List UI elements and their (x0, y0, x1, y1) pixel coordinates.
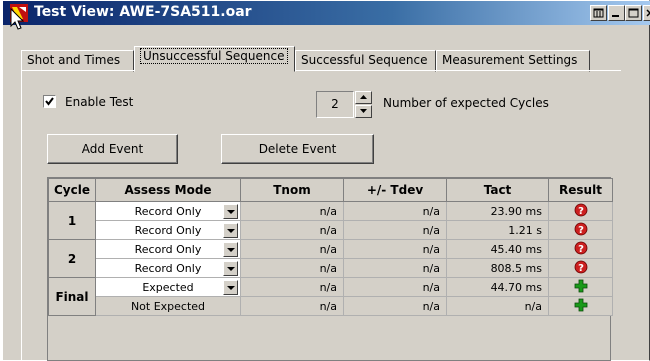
dropdown-button[interactable] (223, 280, 238, 295)
dropdown-button[interactable] (223, 223, 238, 238)
events-table: Cycle Assess Mode Tnom +/- Tdev Tact Res… (48, 178, 613, 316)
chevron-down-icon (227, 267, 235, 271)
chevron-down-icon (227, 229, 235, 233)
assess-mode-select[interactable]: Record Only (95, 239, 241, 259)
title-bar[interactable]: Test View: AWE-7SA511.oar (3, 1, 650, 25)
assess-mode-cell: Not Expected (95, 296, 241, 316)
tact-cell: 44.70 ms (446, 277, 549, 297)
tdev-cell: n/a (343, 296, 447, 316)
result-cell (548, 277, 613, 297)
tdev-cell: n/a (343, 239, 447, 259)
cycles-spinner-value[interactable]: 2 (316, 91, 354, 118)
table-header-row: Cycle Assess Mode Tnom +/- Tdev Tact Res… (48, 178, 613, 202)
table-row: 2 Record Only n/a n/a 45.40 ms ? (48, 239, 613, 278)
tnom-cell: n/a (240, 277, 344, 297)
cycle-cell: 2 (48, 239, 96, 278)
window-title: Test View: AWE-7SA511.oar (34, 4, 252, 20)
close-button[interactable] (643, 5, 650, 21)
question-icon: ? (574, 203, 587, 217)
tab-unsuccessful-sequence[interactable]: Unsuccessful Sequence (134, 46, 295, 72)
question-icon: ? (574, 241, 587, 255)
enable-test-checkbox[interactable] (43, 95, 56, 108)
arrow-down-icon (360, 109, 367, 113)
assess-mode-select[interactable]: Record Only (95, 201, 241, 221)
table-row: Final Expected n/a n/a 44.70 ms (48, 277, 613, 316)
cycles-label: Number of expected Cycles (383, 96, 549, 110)
maximize-button[interactable] (625, 5, 642, 21)
dropdown-button[interactable] (223, 242, 238, 257)
maximize-icon (628, 8, 639, 18)
tnom-cell: n/a (240, 258, 344, 278)
result-cell: ? (548, 239, 613, 259)
dropdown-button[interactable] (223, 204, 238, 219)
tab-successful-sequence[interactable]: Successful Sequence (295, 50, 436, 72)
tab-measurement-settings[interactable]: Measurement Settings (436, 50, 590, 72)
close-icon (646, 9, 650, 17)
table-row: Record Only n/a n/a 808.5 ms ? (49, 258, 613, 278)
plus-icon (574, 279, 587, 292)
tact-cell: 45.40 ms (446, 239, 549, 259)
tact-cell: 1.21 s (446, 220, 549, 240)
table-row: Not Expected n/a n/a n/a (49, 296, 613, 316)
delete-event-button[interactable]: Delete Event (221, 134, 374, 164)
spinner-up-button[interactable] (355, 91, 372, 104)
minimize-button[interactable] (608, 5, 625, 21)
header-tnom: Tnom (240, 178, 344, 202)
result-cell: ? (548, 201, 613, 221)
chevron-down-icon (227, 210, 235, 214)
table-row: Record Only n/a n/a 1.21 s ? (49, 220, 613, 240)
events-grid: Cycle Assess Mode Tnom +/- Tdev Tact Res… (47, 177, 613, 361)
plus-icon (574, 298, 587, 311)
spinner-down-button[interactable] (355, 105, 372, 118)
cycle-cell: Final (48, 277, 96, 316)
chevron-down-icon (227, 248, 235, 252)
tnom-cell: n/a (240, 220, 344, 240)
result-cell: ? (548, 220, 613, 240)
minimize-icon (612, 15, 619, 17)
question-icon: ? (574, 260, 587, 274)
enable-test-label: Enable Test (65, 95, 134, 109)
check-icon (45, 97, 54, 106)
assess-mode-select[interactable]: Expected (95, 277, 241, 297)
header-assess-mode: Assess Mode (95, 178, 241, 202)
tnom-cell: n/a (240, 239, 344, 259)
assess-mode-select[interactable]: Record Only (95, 258, 241, 278)
table-row: 1 Record Only n/a n/a 23.90 ms ? (48, 201, 613, 240)
dropdown-button[interactable] (223, 261, 238, 276)
result-cell: ? (548, 258, 613, 278)
header-result: Result (548, 178, 613, 202)
tdev-cell: n/a (343, 220, 447, 240)
header-tact: Tact (446, 178, 549, 202)
tdev-cell: n/a (343, 277, 447, 297)
tact-cell: 23.90 ms (446, 201, 549, 221)
tdev-cell: n/a (343, 258, 447, 278)
header-cycle: Cycle (48, 178, 96, 202)
arrow-up-icon (360, 95, 367, 99)
mouse-cursor-icon (10, 8, 25, 30)
svg-text:?: ? (578, 263, 584, 274)
tact-cell: n/a (446, 296, 549, 316)
cycle-cell: 1 (48, 201, 96, 240)
assess-mode-select[interactable]: Record Only (95, 220, 241, 240)
tdev-cell: n/a (343, 201, 447, 221)
header-tdev: +/- Tdev (343, 178, 447, 202)
tnom-cell: n/a (240, 296, 344, 316)
restore-button[interactable] (590, 5, 607, 21)
add-event-button[interactable]: Add Event (47, 134, 178, 164)
svg-text:?: ? (578, 206, 584, 217)
restore-icon (593, 8, 604, 18)
tact-cell: 808.5 ms (446, 258, 549, 278)
tnom-cell: n/a (240, 201, 344, 221)
result-cell (548, 296, 613, 316)
question-icon: ? (574, 222, 587, 236)
chevron-down-icon (227, 286, 235, 290)
tab-shot-and-times[interactable]: Shot and Times (21, 50, 134, 72)
svg-text:?: ? (578, 225, 584, 236)
svg-text:?: ? (578, 244, 584, 255)
